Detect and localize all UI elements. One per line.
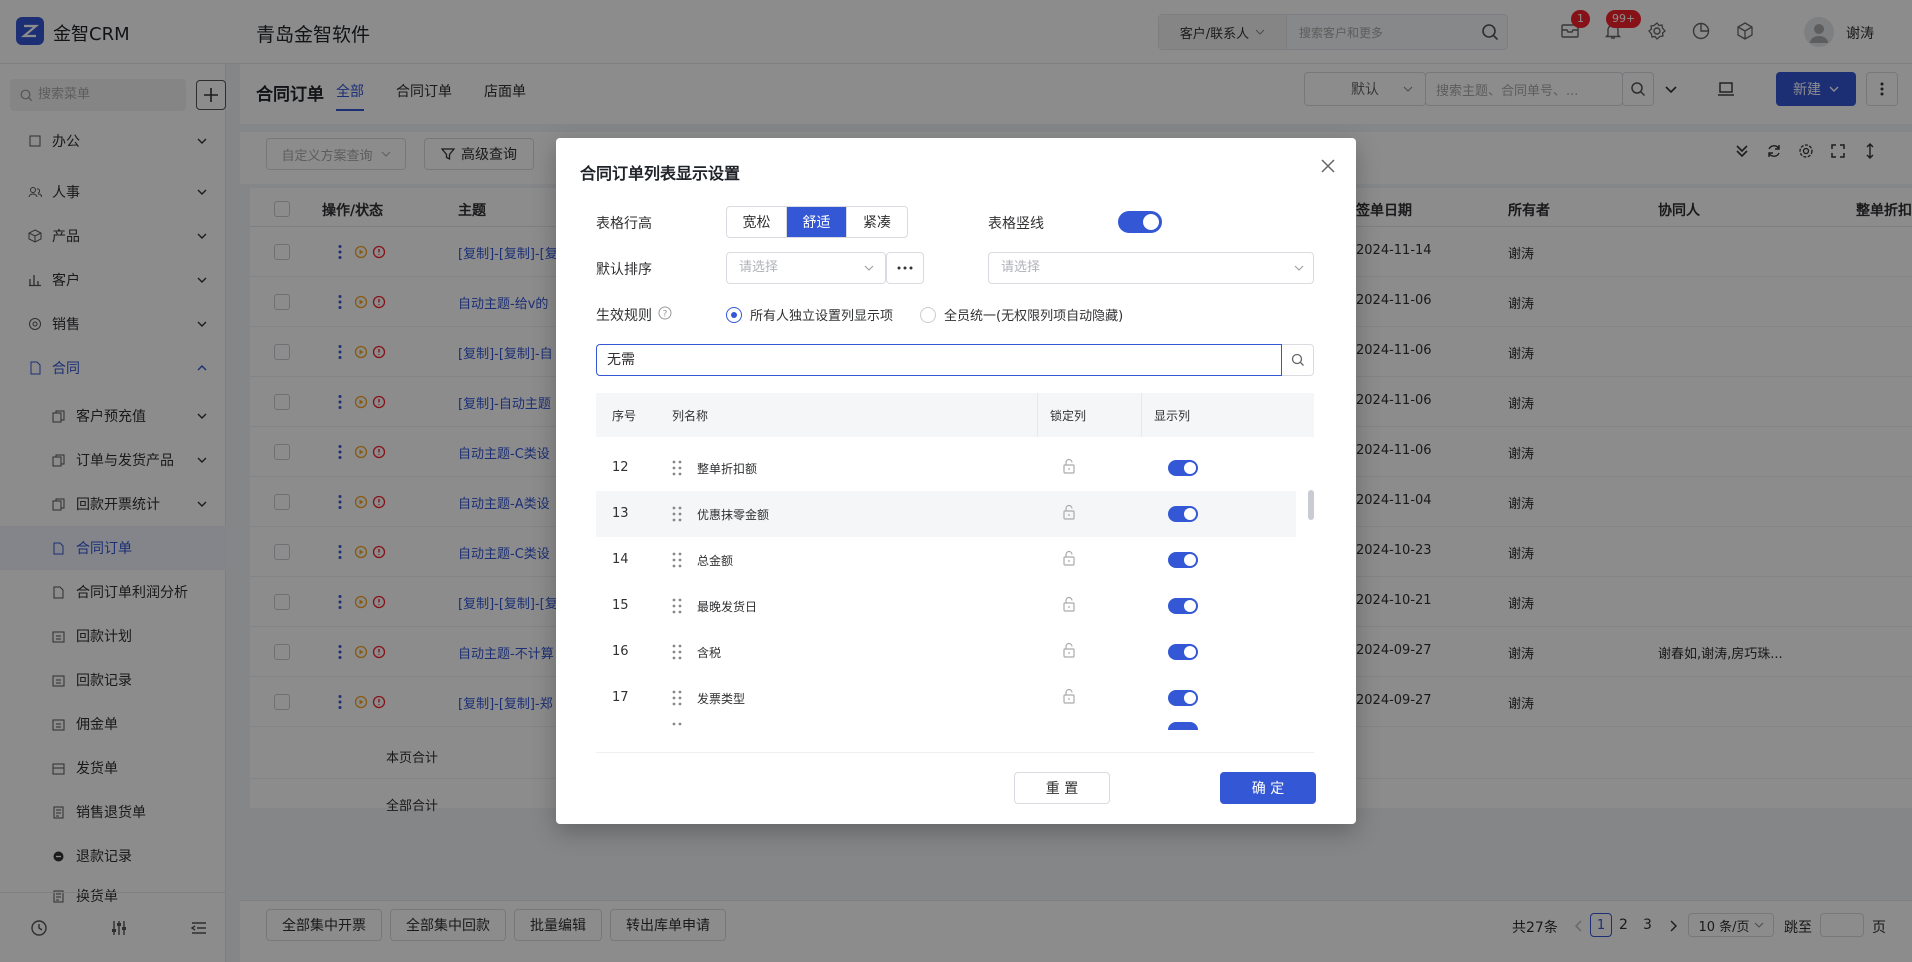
rule-unified-radio[interactable] <box>920 307 936 323</box>
close-icon[interactable] <box>1320 158 1336 174</box>
rule-individual-radio[interactable] <box>726 307 742 323</box>
show-toggle[interactable] <box>1168 552 1198 568</box>
lock-open-icon[interactable] <box>1062 688 1076 704</box>
column-no: 14 <box>612 552 629 567</box>
dialog-title: 合同订单列表显示设置 <box>580 164 741 183</box>
col-lock-header: 锁定列 <box>1050 409 1087 423</box>
confirm-button[interactable]: 确 定 <box>1220 772 1316 804</box>
dialog-footer-divider <box>596 752 1314 753</box>
lock-open-icon[interactable] <box>1062 642 1076 658</box>
column-no: 15 <box>612 598 629 613</box>
column-no: 17 <box>612 690 629 705</box>
show-toggle[interactable] <box>1168 690 1198 706</box>
drag-handle-icon[interactable] <box>672 644 682 660</box>
show-toggle[interactable] <box>1168 644 1198 660</box>
column-settings-dialog: 合同订单列表显示设置 表格行高 宽松 舒适 紧凑 表格竖线 默认排序 请选择 请… <box>556 138 1356 824</box>
column-divider <box>1141 393 1142 437</box>
more-horizontal-icon <box>897 266 913 270</box>
sort-label: 默认排序 <box>596 262 652 278</box>
rule-unified-label[interactable]: 全员统一(无权限列项自动隐藏) <box>944 305 1123 324</box>
col-show-header: 显示列 <box>1154 409 1191 423</box>
drag-handle-icon[interactable] <box>672 690 682 706</box>
svg-text:?: ? <box>663 310 668 320</box>
column-divider <box>1037 393 1038 437</box>
lock-open-icon[interactable] <box>1062 596 1076 612</box>
vertical-line-label: 表格竖线 <box>988 216 1044 232</box>
show-toggle[interactable] <box>1168 460 1198 476</box>
drag-handle-icon <box>672 722 682 730</box>
vertical-line-toggle[interactable] <box>1118 211 1162 233</box>
column-name: 发票类型 <box>697 692 746 706</box>
lock-open-icon[interactable] <box>1062 550 1076 566</box>
cut-off-row <box>596 722 1296 730</box>
column-setting-row[interactable]: 12 整单折扣额 <box>596 445 1296 491</box>
column-no: 13 <box>612 506 629 521</box>
row-height-comfortable[interactable]: 舒适 <box>787 207 847 237</box>
column-setting-row[interactable]: 17 发票类型 <box>596 675 1296 721</box>
show-toggle[interactable] <box>1168 722 1198 730</box>
row-height-label: 表格行高 <box>596 216 652 232</box>
sort-order-placeholder: 请选择 <box>1001 260 1041 275</box>
chevron-down-icon <box>1294 263 1304 273</box>
column-search-input[interactable]: 无需 <box>596 344 1282 376</box>
column-no: 12 <box>612 460 629 475</box>
row-height-loose[interactable]: 宽松 <box>727 207 787 237</box>
sort-order-select[interactable]: 请选择 <box>988 252 1314 284</box>
lock-open-icon[interactable] <box>1062 504 1076 520</box>
lock-open-icon[interactable] <box>1062 458 1076 474</box>
drag-handle-icon[interactable] <box>672 460 682 476</box>
search-icon <box>1291 353 1304 366</box>
column-setting-row[interactable]: 16 含税 <box>596 629 1296 675</box>
column-name: 优惠抹零金额 <box>697 508 770 522</box>
column-name: 含税 <box>697 646 722 660</box>
rule-individual-label[interactable]: 所有人独立设置列显示项 <box>750 305 893 324</box>
show-toggle[interactable] <box>1168 598 1198 614</box>
chevron-down-icon <box>864 263 874 273</box>
rule-label: 生效规则 <box>596 308 652 324</box>
column-table-header: 序号 列名称 锁定列 显示列 <box>596 393 1314 437</box>
column-setting-row[interactable]: 14 总金额 <box>596 537 1296 583</box>
col-name-header: 列名称 <box>672 409 709 423</box>
col-no-header: 序号 <box>612 409 637 423</box>
column-no: 16 <box>612 644 629 659</box>
drag-handle-icon[interactable] <box>672 506 682 522</box>
column-name: 最晚发货日 <box>697 600 758 614</box>
sort-field-select[interactable]: 请选择 <box>726 252 886 284</box>
drag-handle-icon[interactable] <box>672 598 682 614</box>
column-name: 整单折扣额 <box>697 462 758 476</box>
column-setting-row[interactable]: 13 优惠抹零金额 <box>596 491 1296 537</box>
drag-handle-icon[interactable] <box>672 552 682 568</box>
column-name: 总金额 <box>697 554 734 568</box>
column-list-scrollbar[interactable] <box>1308 490 1314 520</box>
row-height-compact[interactable]: 紧凑 <box>847 207 907 237</box>
show-toggle[interactable] <box>1168 506 1198 522</box>
sort-more-button[interactable] <box>886 252 924 284</box>
row-height-segmented: 宽松 舒适 紧凑 <box>726 206 908 238</box>
reset-button[interactable]: 重 置 <box>1014 772 1110 804</box>
sort-field-placeholder: 请选择 <box>739 260 779 275</box>
help-icon[interactable]: ? <box>658 306 672 320</box>
column-search-button[interactable] <box>1282 344 1314 376</box>
column-setting-row[interactable]: 15 最晚发货日 <box>596 583 1296 629</box>
